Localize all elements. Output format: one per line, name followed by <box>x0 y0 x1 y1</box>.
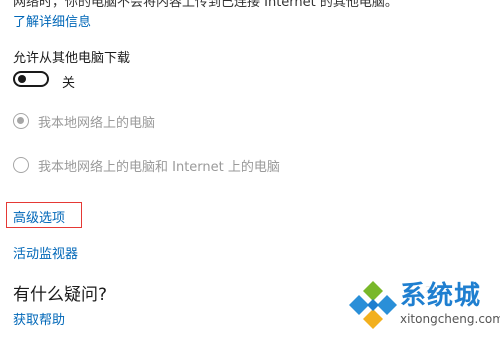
radio-button[interactable] <box>13 157 29 173</box>
radio-button-selected[interactable] <box>13 113 29 129</box>
allow-download-label: 允许从其他电脑下载 <box>13 51 131 66</box>
get-help-link[interactable]: 获取帮助 <box>13 309 65 328</box>
intro-text: 网络时，你的电脑不会将内容上传到已连接 Internet 的其他电脑。 <box>13 0 398 10</box>
watermark-url: xitongcheng.com <box>400 312 500 326</box>
radio-dot <box>17 117 24 124</box>
radio-option-label: 我本地网络上的电脑和 Internet 上的电脑 <box>38 159 280 175</box>
toggle-state-label: 关 <box>62 76 76 91</box>
help-question-heading: 有什么疑问? <box>13 285 108 305</box>
delivery-optimization-settings-page: 网络时，你的电脑不会将内容上传到已连接 Internet 的其他电脑。 了解详细… <box>0 0 500 345</box>
activity-monitor-link[interactable]: 活动监视器 <box>13 243 78 262</box>
radio-option-local-and-internet[interactable]: 我本地网络上的电脑和 Internet 上的电脑 <box>13 155 280 175</box>
watermark-title: 系统城 <box>400 281 482 311</box>
radio-option-label: 我本地网络上的电脑 <box>38 115 156 131</box>
learn-more-link[interactable]: 了解详细信息 <box>13 11 91 30</box>
diamond-logo-icon <box>349 281 397 329</box>
advanced-options-link[interactable]: 高级选项 <box>13 207 65 226</box>
site-watermark: 系统城 xitongcheng.com <box>346 275 500 335</box>
radio-option-local-network[interactable]: 我本地网络上的电脑 <box>13 111 155 131</box>
download-toggle-switch[interactable] <box>13 71 49 87</box>
toggle-knob <box>18 75 26 83</box>
